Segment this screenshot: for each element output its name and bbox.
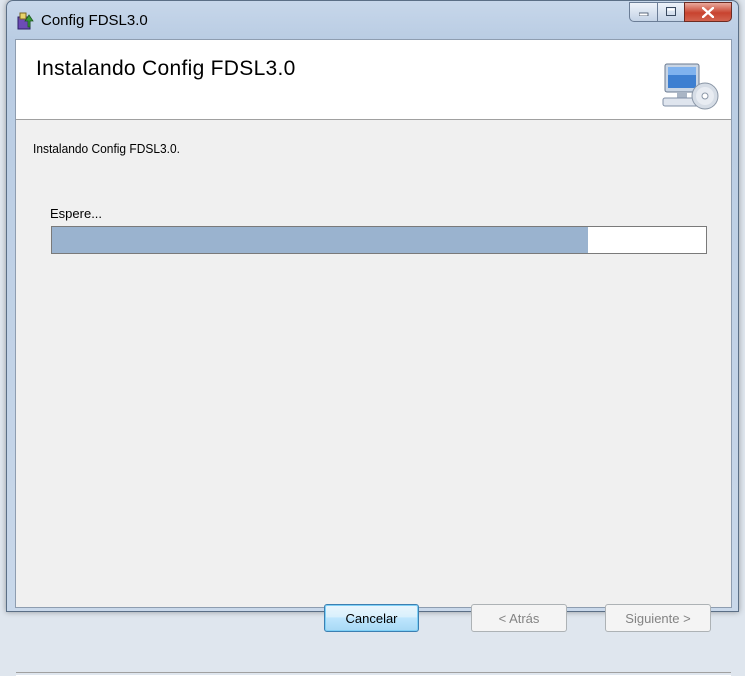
footer-divider <box>16 672 731 676</box>
status-text: Instalando Config FDSL3.0. <box>33 141 180 156</box>
header-banner: Instalando Config FDSL3.0 <box>16 40 731 120</box>
dialog-body: Instalando Config FDSL3.0 Instalando Con… <box>15 39 732 676</box>
maximize-button[interactable] <box>657 2 684 22</box>
title-bar[interactable]: Config FDSL3.0 <box>7 1 738 39</box>
window-title: Config FDSL3.0 <box>41 12 148 29</box>
installer-app-icon <box>17 12 34 30</box>
window-controls <box>629 2 732 24</box>
minimize-icon <box>638 12 648 16</box>
progress-bar <box>51 226 707 254</box>
wait-label: Espere... <box>50 206 103 221</box>
close-icon <box>702 6 714 18</box>
maximize-icon <box>665 7 676 16</box>
minimize-button[interactable] <box>629 2 657 22</box>
progress-fill <box>52 227 589 253</box>
next-button[interactable]: Siguiente > <box>605 604 711 632</box>
banner-title: Instalando Config FDSL3.0 <box>36 57 296 80</box>
close-button[interactable] <box>684 2 732 22</box>
installer-window: Config FDSL3.0 Instalando Config FDSL3.0 <box>6 0 739 676</box>
back-button[interactable]: < Atrás <box>471 604 567 632</box>
computer-cd-icon <box>662 63 719 110</box>
cancel-button[interactable]: Cancelar <box>324 604 419 632</box>
